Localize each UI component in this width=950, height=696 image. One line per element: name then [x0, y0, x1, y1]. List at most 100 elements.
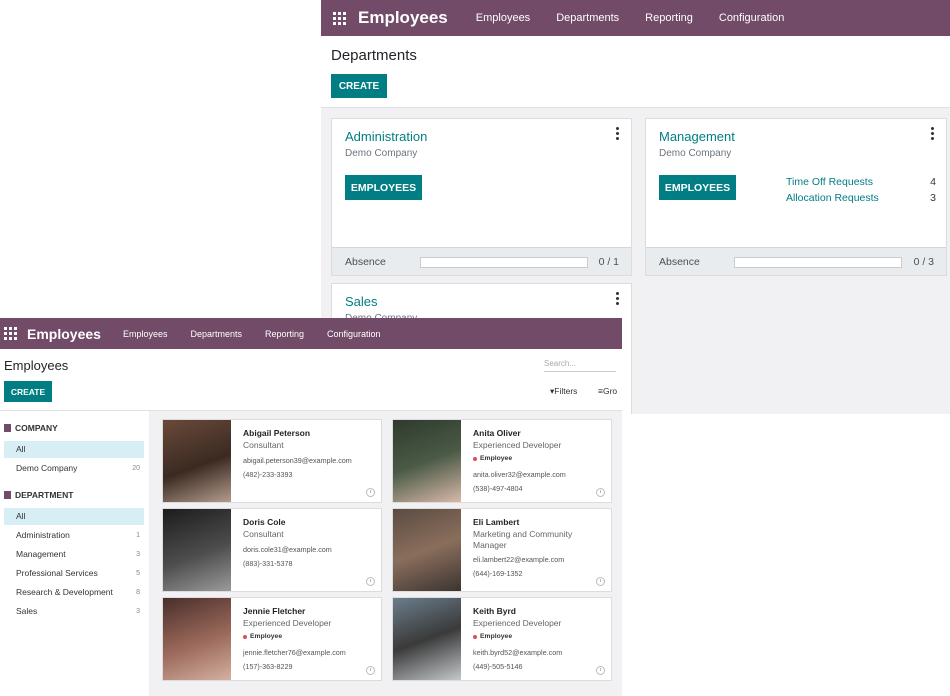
time-off-requests-label: Time Off Requests: [786, 176, 873, 188]
clock-icon[interactable]: [366, 577, 375, 586]
employee-email: abigail.peterson39@example.com: [243, 456, 352, 465]
users-icon: [4, 491, 11, 499]
department-company: Demo Company: [345, 148, 418, 159]
employee-tag: Employee: [473, 455, 512, 462]
menu-departments[interactable]: Departments: [190, 329, 242, 339]
sidebar-item-sales[interactable]: Sales 3: [4, 603, 144, 620]
employee-job: Consultant: [243, 529, 284, 539]
apps-grid-icon[interactable]: [333, 11, 346, 25]
page-title: Departments: [331, 47, 417, 64]
employee-name: Anita Oliver: [473, 428, 521, 438]
menu-employees[interactable]: Employees: [123, 329, 168, 339]
employee-photo: [393, 420, 461, 502]
department-footer: Absence 0 / 1: [332, 247, 631, 275]
employee-card[interactable]: Eli Lambert Marketing and Community Mana…: [392, 508, 612, 592]
absence-label: Absence: [659, 256, 700, 268]
search-input[interactable]: Search...: [544, 357, 616, 372]
employee-photo: [393, 598, 461, 680]
employee-email: doris.cole31@example.com: [243, 545, 332, 554]
department-name[interactable]: Management: [659, 129, 735, 144]
employee-card[interactable]: Keith Byrd Experienced Developer Employe…: [392, 597, 612, 681]
app-title[interactable]: Employees: [27, 326, 101, 342]
sidebar-item-administration[interactable]: Administration 1: [4, 527, 144, 544]
employee-job: Marketing and Community Manager: [473, 529, 573, 550]
employee-photo: [163, 598, 231, 680]
sidebar-item-management[interactable]: Management 3: [4, 546, 144, 563]
sidebar-item-label: All: [16, 511, 26, 521]
sidebar-item-count: 5: [136, 570, 140, 577]
employee-phone: (883)-331-5378: [243, 559, 293, 568]
filters-button[interactable]: ▾Filters: [550, 386, 577, 397]
time-off-requests-link[interactable]: Time Off Requests 4: [786, 176, 936, 188]
sidebar-item-label: Management: [16, 549, 66, 559]
employee-kanban: Abigail Peterson Consultant abigail.pete…: [150, 411, 622, 696]
group-by-label: Gro: [602, 386, 618, 396]
clock-icon[interactable]: [366, 488, 375, 497]
app-title[interactable]: Employees: [358, 8, 448, 28]
employee-tag-label: Employee: [480, 633, 513, 640]
absence-label: Absence: [345, 256, 386, 268]
employee-job: Experienced Developer: [243, 618, 332, 628]
tag-dot-icon: [243, 634, 247, 639]
employee-card[interactable]: Jennie Fletcher Experienced Developer Em…: [162, 597, 382, 681]
department-company: Demo Company: [659, 148, 732, 159]
menu-reporting[interactable]: Reporting: [645, 12, 693, 24]
employee-name: Abigail Peterson: [243, 428, 311, 438]
clock-icon[interactable]: [596, 488, 605, 497]
sidebar-item-count: 3: [136, 551, 140, 558]
sidebar-item-company-all[interactable]: All: [4, 441, 144, 458]
employee-name: Doris Cole: [243, 517, 286, 527]
employee-name: Jennie Fletcher: [243, 606, 306, 616]
clock-icon[interactable]: [596, 577, 605, 586]
employee-phone: (644)-169-1352: [473, 569, 523, 578]
employee-phone: (538)-497-4804: [473, 484, 523, 493]
sidebar-item-research-development[interactable]: Research & Development 8: [4, 584, 144, 601]
control-panel: Employees Search... CREATE ▾Filters ≡Gro: [0, 349, 622, 411]
department-heading-label: DEPARTMENT: [15, 490, 74, 500]
employee-card[interactable]: Abigail Peterson Consultant abigail.pete…: [162, 419, 382, 503]
menu-configuration[interactable]: Configuration: [327, 329, 381, 339]
sidebar-item-department-all[interactable]: All: [4, 508, 144, 525]
group-by-button[interactable]: ≡Gro: [598, 386, 617, 396]
department-name[interactable]: Administration: [345, 129, 427, 144]
menu-employees[interactable]: Employees: [476, 12, 530, 24]
employee-job: Experienced Developer: [473, 440, 562, 450]
employee-phone: (157)-363-8229: [243, 662, 293, 671]
absence-progress-bar: [420, 257, 588, 268]
employee-job: Consultant: [243, 440, 284, 450]
employee-photo: [163, 509, 231, 591]
kebab-menu-icon[interactable]: [616, 292, 619, 305]
absence-progress-bar: [734, 257, 902, 268]
sidebar-item-professional-services[interactable]: Professional Services 5: [4, 565, 144, 582]
employee-name: Eli Lambert: [473, 517, 520, 527]
sidebar-item-count: 1: [136, 532, 140, 539]
employees-button[interactable]: EMPLOYEES: [659, 175, 736, 200]
sidebar-item-label: Administration: [16, 530, 70, 540]
create-button[interactable]: CREATE: [4, 381, 52, 402]
apps-grid-icon[interactable]: [4, 327, 17, 340]
employee-photo: [393, 509, 461, 591]
menu-reporting[interactable]: Reporting: [265, 329, 304, 339]
kebab-menu-icon[interactable]: [616, 127, 619, 140]
kebab-menu-icon[interactable]: [931, 127, 934, 140]
clock-icon[interactable]: [366, 666, 375, 675]
sidebar-item-label: Sales: [16, 606, 38, 616]
page-title: Employees: [4, 358, 69, 373]
allocation-requests-link[interactable]: Allocation Requests 3: [786, 192, 936, 204]
clock-icon[interactable]: [596, 666, 605, 675]
menu-departments[interactable]: Departments: [556, 12, 619, 24]
employee-email: eli.lambert22@example.com: [473, 555, 565, 564]
employee-card[interactable]: Anita Oliver Experienced Developer Emplo…: [392, 419, 612, 503]
employee-card[interactable]: Doris Cole Consultant doris.cole31@examp…: [162, 508, 382, 592]
menu-configuration[interactable]: Configuration: [719, 12, 784, 24]
absence-value: 0 / 1: [598, 256, 619, 268]
employees-button[interactable]: EMPLOYEES: [345, 175, 422, 200]
department-card-administration: Administration Demo Company EMPLOYEES Ab…: [331, 118, 632, 276]
time-off-requests-count: 4: [930, 176, 936, 188]
create-button[interactable]: CREATE: [331, 74, 387, 98]
sidebar-item-label: Research & Development: [16, 587, 113, 597]
employee-email: keith.byrd52@example.com: [473, 648, 563, 657]
sidebar-item-demo-company[interactable]: Demo Company 20: [4, 460, 144, 477]
tag-dot-icon: [473, 456, 477, 461]
department-name[interactable]: Sales: [345, 294, 378, 309]
